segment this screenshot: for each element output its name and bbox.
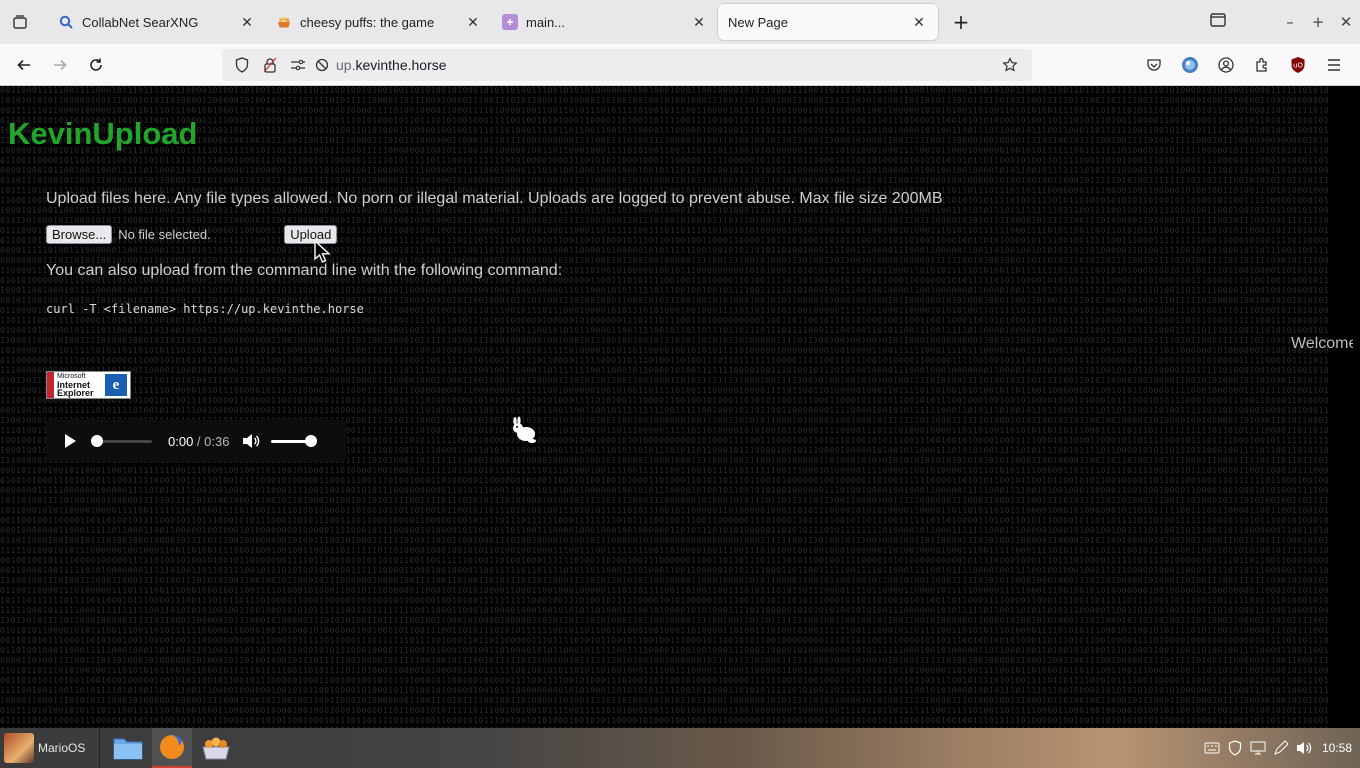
window-controls: – + ✕ bbox=[1204, 0, 1360, 44]
tab-overview-icon[interactable] bbox=[1204, 13, 1232, 31]
taskbar: MarioOS 10:58 bbox=[0, 728, 1360, 768]
volume-button[interactable] bbox=[241, 431, 261, 451]
permissions-icon[interactable] bbox=[284, 51, 312, 79]
play-button[interactable] bbox=[60, 431, 80, 451]
lock-warning-icon[interactable] bbox=[256, 51, 284, 79]
tab-searxng[interactable]: CollabNet SearXNG ✕ bbox=[48, 4, 266, 40]
pocket-icon[interactable] bbox=[1136, 49, 1172, 81]
badge-text: Microsoft Internet Explorer bbox=[54, 373, 105, 398]
start-avatar-icon bbox=[4, 733, 34, 763]
system-tray: 10:58 bbox=[1201, 728, 1352, 768]
tab-cheesy-puffs[interactable]: cheesy puffs: the game ✕ bbox=[266, 4, 492, 40]
forward-arrow-icon bbox=[54, 59, 67, 70]
file-icon bbox=[502, 14, 518, 30]
display-icon[interactable] bbox=[1247, 738, 1270, 758]
site-title: KevinUpload bbox=[8, 116, 198, 151]
menu-hamburger-icon[interactable] bbox=[1316, 49, 1352, 81]
url-bar[interactable]: up.kevinthe.horse bbox=[222, 49, 1032, 81]
tab-title: New Page bbox=[728, 14, 788, 30]
close-window-icon[interactable]: ✕ bbox=[1332, 13, 1360, 31]
badge-stripe bbox=[47, 372, 54, 398]
badge-line-3: Explorer bbox=[57, 388, 94, 398]
audio-time: 0:00 / 0:36 bbox=[168, 433, 230, 449]
taskbar-cheesy-puffs[interactable] bbox=[196, 728, 236, 768]
ublock-shield-icon[interactable]: uO bbox=[1280, 49, 1316, 81]
toolbar-right: uO bbox=[1136, 49, 1352, 81]
tab-close-icon[interactable]: ✕ bbox=[464, 13, 482, 31]
upload-description: Upload files here. Any file types allowe… bbox=[46, 190, 943, 207]
back-arrow-icon bbox=[17, 59, 30, 70]
back-button[interactable] bbox=[6, 49, 42, 81]
clock: 10:58 bbox=[1321, 741, 1352, 755]
folder-icon bbox=[113, 738, 143, 760]
seek-slider[interactable] bbox=[91, 434, 152, 447]
duration: 0:36 bbox=[204, 433, 230, 449]
page-content: 0011000111110011110001011101111011100001… bbox=[0, 86, 1360, 728]
play-icon bbox=[65, 434, 76, 448]
navigation-bar: up.kevinthe.horse uO bbox=[0, 44, 1360, 86]
mouse-cursor-icon bbox=[314, 239, 332, 268]
tab-new-page[interactable]: New Page ✕ bbox=[718, 4, 938, 40]
tab-close-icon[interactable]: ✕ bbox=[910, 13, 928, 31]
url-text[interactable]: up.kevinthe.horse bbox=[336, 57, 447, 73]
volume-slider[interactable] bbox=[271, 434, 318, 447]
tab-title: cheesy puffs: the game bbox=[300, 14, 435, 30]
svg-text:uO: uO bbox=[1293, 62, 1303, 70]
internet-explorer-icon: e bbox=[105, 374, 127, 396]
extension-globe-icon[interactable] bbox=[1172, 49, 1208, 81]
tab-close-icon[interactable]: ✕ bbox=[690, 13, 708, 31]
shield-icon[interactable] bbox=[228, 51, 256, 79]
volume-knob[interactable] bbox=[305, 434, 318, 447]
speaker-icon bbox=[243, 434, 260, 448]
new-tab-button[interactable]: + bbox=[946, 7, 976, 37]
url-prefix: up. bbox=[336, 57, 356, 73]
volume-tray-icon[interactable] bbox=[1293, 738, 1316, 758]
tab-bar: CollabNet SearXNG ✕ cheesy puffs: the ga… bbox=[0, 0, 1360, 44]
cli-instructions: You can also upload from the command lin… bbox=[46, 262, 563, 279]
audio-player: 0:00 / 0:36 bbox=[46, 420, 346, 462]
url-host: kevinthe.horse bbox=[355, 57, 447, 73]
cheesy-puffs-icon bbox=[276, 14, 292, 30]
security-shield-icon[interactable] bbox=[1224, 738, 1247, 758]
tab-main[interactable]: main... ✕ bbox=[492, 4, 718, 40]
forward-button[interactable] bbox=[42, 49, 78, 81]
bookmark-star-icon[interactable] bbox=[996, 51, 1024, 79]
seek-knob[interactable] bbox=[91, 434, 103, 447]
cheesy-puffs-icon bbox=[202, 737, 230, 760]
tab-close-icon[interactable]: ✕ bbox=[238, 13, 256, 31]
minimize-icon[interactable]: – bbox=[1276, 13, 1304, 31]
keyboard-icon[interactable] bbox=[1201, 738, 1224, 758]
maximize-icon[interactable]: + bbox=[1304, 13, 1332, 31]
reload-button[interactable] bbox=[78, 49, 114, 81]
tab-list-button[interactable] bbox=[0, 0, 40, 44]
welcome-marquee: Welcome bbox=[1291, 335, 1353, 352]
cli-command: curl -T <filename> https://up.kevinthe.h… bbox=[46, 302, 364, 316]
tab-list-icon bbox=[13, 15, 27, 29]
browse-button[interactable]: Browse... bbox=[46, 225, 113, 244]
search-icon bbox=[58, 14, 74, 30]
start-label: MarioOS bbox=[38, 741, 86, 755]
taskbar-files[interactable] bbox=[108, 728, 148, 768]
firefox-icon bbox=[160, 735, 184, 759]
pen-icon[interactable] bbox=[1270, 738, 1293, 758]
extensions-puzzle-icon[interactable] bbox=[1244, 49, 1280, 81]
current-time: 0:00 bbox=[168, 433, 194, 449]
upload-form: Browse... No file selected. Upload bbox=[46, 225, 338, 244]
bunny-sprite bbox=[510, 416, 540, 450]
reload-icon bbox=[90, 58, 102, 71]
file-status-text: No file selected. bbox=[118, 227, 211, 242]
internet-explorer-badge[interactable]: Microsoft Internet Explorer e bbox=[46, 371, 131, 399]
tracking-blocked-icon[interactable] bbox=[312, 51, 332, 79]
binary-background: 0011000111110011110001011101111011100001… bbox=[0, 86, 1330, 728]
screen: CollabNet SearXNG ✕ cheesy puffs: the ga… bbox=[0, 0, 1360, 768]
taskbar-firefox[interactable] bbox=[152, 728, 192, 768]
start-menu-button[interactable]: MarioOS bbox=[0, 728, 100, 768]
tab-title: CollabNet SearXNG bbox=[82, 14, 199, 30]
account-icon[interactable] bbox=[1208, 49, 1244, 81]
tab-title: main... bbox=[526, 14, 566, 30]
